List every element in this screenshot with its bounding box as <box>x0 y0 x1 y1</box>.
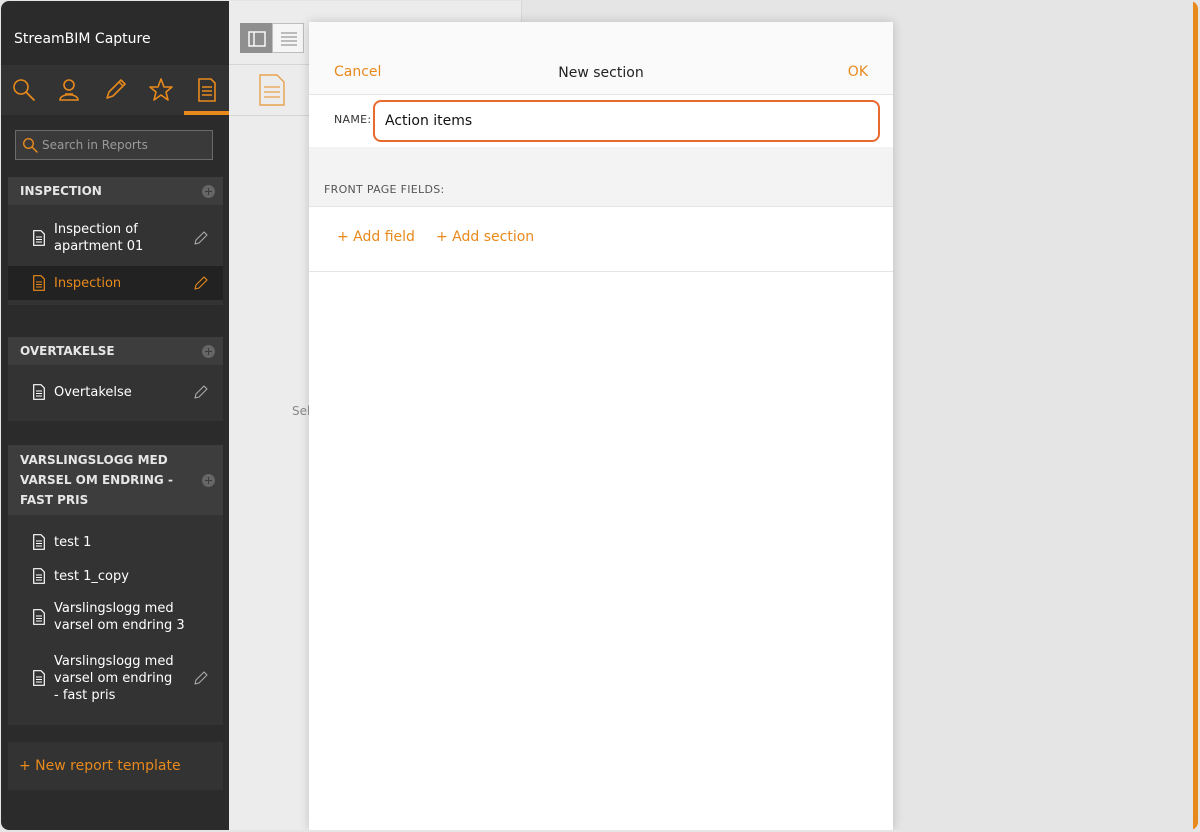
report-icon[interactable] <box>194 77 220 103</box>
window-accent-bar <box>1193 1 1198 830</box>
search-icon <box>22 137 38 153</box>
list-item-label: test 1 <box>54 534 92 550</box>
edit-icon[interactable] <box>193 670 209 686</box>
add-icon[interactable] <box>202 473 215 487</box>
group-title: OVERTAKELSE <box>20 344 115 358</box>
ok-button[interactable]: OK <box>848 64 868 80</box>
new-report-template-button[interactable]: + New report template <box>8 742 223 790</box>
list-item-label: test 1_copy <box>54 568 129 584</box>
document-icon <box>33 534 45 550</box>
list-item[interactable]: Varslingslogg med varsel om endring - fa… <box>8 649 223 707</box>
list-item[interactable]: Varslingslogg med varsel om endring 3 <box>8 593 223 641</box>
document-icon <box>33 230 45 246</box>
user-icon[interactable] <box>56 77 82 103</box>
edit-icon[interactable] <box>193 230 209 246</box>
search-box[interactable] <box>15 130 213 160</box>
sidebar: StreamBIM Capture Search in Reports INSP… <box>1 1 229 830</box>
star-icon[interactable] <box>148 77 174 103</box>
nav-bar <box>1 65 229 115</box>
search-icon[interactable] <box>11 77 37 103</box>
nav-active-indicator <box>184 111 229 115</box>
name-input[interactable] <box>385 111 865 131</box>
name-row: NAME: <box>309 95 893 148</box>
list-item[interactable]: Inspection of apartment 01 <box>8 211 223 265</box>
list-item[interactable]: test 1 <box>8 525 223 559</box>
group-header[interactable]: VARSLINGSLOGG MED VARSEL OM ENDRING - FA… <box>8 445 223 515</box>
group-title: INSPECTION <box>20 184 102 198</box>
document-icon <box>33 568 45 584</box>
name-label: NAME: <box>334 113 372 126</box>
split-view-button[interactable] <box>240 23 272 53</box>
pencil-icon[interactable] <box>102 77 128 103</box>
list-item-label: Varslingslogg med varsel om endring - fa… <box>54 653 174 703</box>
add-icon[interactable] <box>202 344 215 358</box>
list-item[interactable]: Overtakelse <box>8 375 223 409</box>
edit-icon[interactable] <box>193 384 209 400</box>
template-group: VARSLINGSLOGG MED VARSEL OM ENDRING - FA… <box>8 445 223 725</box>
document-icon <box>33 609 45 625</box>
view-toggle <box>240 23 304 53</box>
list-item-active[interactable]: Inspection <box>8 266 223 300</box>
app-window: StreamBIM Capture Search in Reports INSP… <box>1 1 1198 830</box>
select-hint: Sel <box>292 404 311 418</box>
list-view-button[interactable] <box>272 23 304 53</box>
name-input-frame[interactable] <box>373 100 880 142</box>
list-item-label: Inspection of apartment 01 <box>54 222 144 254</box>
front-page-fields-label: FRONT PAGE FIELDS: <box>324 183 445 196</box>
add-section-button[interactable]: + Add section <box>436 229 534 245</box>
template-group: INSPECTION Inspection of apartment 01 In… <box>8 177 223 305</box>
template-group: OVERTAKELSE Overtakelse <box>8 337 223 421</box>
group-title: VARSLINGSLOGG MED VARSEL OM ENDRING - FA… <box>20 453 173 507</box>
list-item[interactable]: test 1_copy <box>8 559 223 593</box>
front-page-fields-header: FRONT PAGE FIELDS: <box>309 147 893 207</box>
dialog-header: Cancel New section OK <box>309 22 893 95</box>
app-title: StreamBIM Capture <box>14 31 151 47</box>
add-icon[interactable] <box>202 184 215 198</box>
dialog-title: New section <box>558 65 644 81</box>
list-item-label: Inspection <box>54 275 122 291</box>
list-view-icon <box>281 32 297 46</box>
group-header[interactable]: OVERTAKELSE <box>8 337 223 365</box>
add-actions-row: + Add field + Add section <box>309 207 893 272</box>
document-icon <box>33 384 45 400</box>
group-header[interactable]: INSPECTION <box>8 177 223 205</box>
list-item-label: Varslingslogg med varsel om endring 3 <box>54 601 185 633</box>
search-input[interactable] <box>42 135 207 155</box>
document-icon <box>33 275 45 291</box>
edit-icon[interactable] <box>193 275 209 291</box>
add-field-button[interactable]: + Add field <box>337 229 415 245</box>
new-section-dialog: Cancel New section OK NAME: FRONT PAGE F… <box>309 22 893 830</box>
list-item-label: Overtakelse <box>54 384 132 400</box>
document-icon <box>33 670 45 686</box>
split-view-icon <box>248 31 266 47</box>
document-icon <box>259 74 285 106</box>
